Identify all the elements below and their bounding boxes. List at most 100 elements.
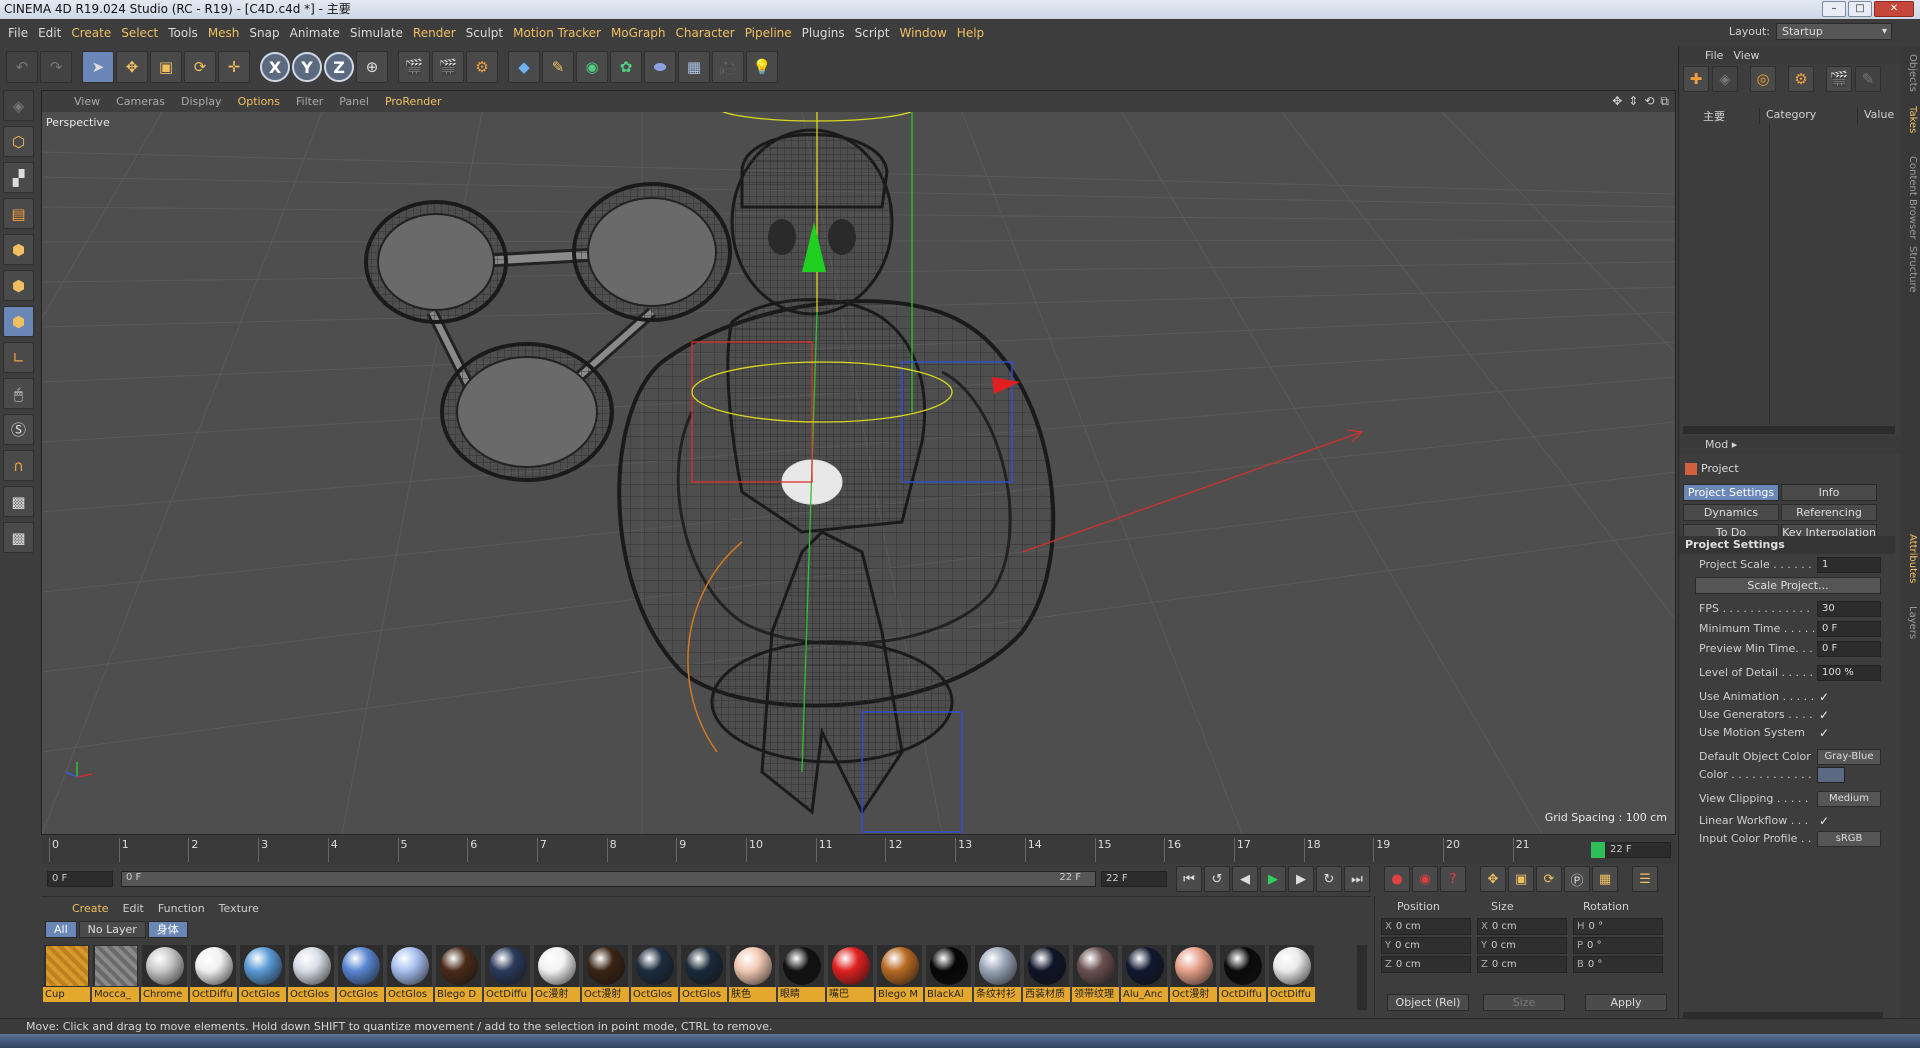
material-item[interactable]: OctGlos (631, 945, 678, 1005)
material-item[interactable]: 领带纹理 (1072, 945, 1119, 1005)
keyframe-selection-icon[interactable]: ? (1440, 866, 1466, 892)
take-marker-icon[interactable]: ✎ (1855, 66, 1881, 92)
menu-motion-tracker[interactable]: Motion Tracker (508, 26, 606, 40)
viewport-menu-filter[interactable]: Filter (288, 95, 331, 108)
attribute-value[interactable]: 30 (1817, 601, 1881, 617)
material-item[interactable]: Chrome (141, 945, 188, 1005)
menu-script[interactable]: Script (850, 26, 895, 40)
checkbox[interactable]: ✓ (1819, 690, 1833, 704)
rotation-field[interactable]: H0 ° (1573, 918, 1663, 935)
scale-project-button[interactable]: Scale Project... (1695, 577, 1881, 594)
coordinate-system-icon[interactable]: ⊕ (356, 51, 388, 83)
menu-help[interactable]: Help (952, 26, 989, 40)
viewport-menu-options[interactable]: Options (230, 95, 288, 108)
material-item[interactable]: OctGlos (680, 945, 727, 1005)
next-frame-icon[interactable]: ▶ (1288, 866, 1314, 892)
lock-workplane-icon[interactable]: ▩ (3, 486, 34, 517)
model-mode-icon[interactable]: ⬡ (3, 126, 34, 157)
attribute-value[interactable]: sRGB (1817, 831, 1881, 847)
material-item[interactable]: Mocca_ (92, 945, 139, 1005)
take-auto-icon[interactable]: ◎ (1750, 66, 1776, 92)
material-item[interactable]: OctGlos (337, 945, 384, 1005)
rotation-field[interactable]: B0 ° (1573, 956, 1663, 973)
material-item[interactable]: 肤色 (729, 945, 776, 1005)
size-field[interactable]: Y0 cm (1477, 937, 1567, 954)
menu-mograph[interactable]: MoGraph (606, 26, 671, 40)
menu-character[interactable]: Character (670, 26, 739, 40)
material-filter-tab[interactable]: All (45, 921, 77, 938)
menu-select[interactable]: Select (116, 26, 163, 40)
current-frame-field[interactable]: 22 F (1605, 842, 1671, 858)
undo-icon[interactable]: ↶ (6, 51, 38, 83)
cube-primitive-icon[interactable]: ◆ (508, 51, 540, 83)
viewport-menu-panel[interactable]: Panel (331, 95, 377, 108)
checkbox[interactable]: ✓ (1819, 726, 1833, 740)
key-parameter-icon[interactable]: Ⓟ (1564, 866, 1590, 892)
go-to-start-icon[interactable]: ⏮ (1176, 866, 1202, 892)
material-item[interactable]: OctDiffu (1268, 945, 1315, 1005)
planar-workplane-icon[interactable]: ▩ (3, 522, 34, 553)
position-field[interactable]: Z0 cm (1381, 956, 1471, 973)
next-key-icon[interactable]: ↻ (1316, 866, 1342, 892)
snap-icon[interactable]: Ⓢ (3, 414, 34, 445)
rotate-tool-icon[interactable]: ⟳ (184, 51, 216, 83)
menu-pipeline[interactable]: Pipeline (740, 26, 797, 40)
material-item[interactable]: OctGlos (386, 945, 433, 1005)
menu-plugins[interactable]: Plugins (797, 26, 850, 40)
menu-snap[interactable]: Snap (244, 26, 284, 40)
side-tab-objects[interactable]: Objects (1903, 54, 1918, 92)
attribute-value[interactable]: 0 F (1817, 621, 1881, 637)
material-item[interactable]: OctDiffu (484, 945, 531, 1005)
viewport-menu-display[interactable]: Display (173, 95, 230, 108)
position-field[interactable]: X0 cm (1381, 918, 1471, 935)
close-icon[interactable]: ✕ (1874, 1, 1914, 17)
previous-key-icon[interactable]: ↺ (1204, 866, 1230, 892)
material-item[interactable]: OctGlos (239, 945, 286, 1005)
menu-simulate[interactable]: Simulate (345, 26, 408, 40)
material-filter-tab[interactable]: No Layer (78, 921, 146, 938)
size-field[interactable]: X0 cm (1477, 918, 1567, 935)
material-item[interactable]: Blego D (435, 945, 482, 1005)
attribute-value[interactable]: 100 % (1817, 665, 1881, 681)
material-item[interactable]: Oct漫射 (582, 945, 629, 1005)
material-scrollbar[interactable] (1357, 945, 1367, 1010)
record-keys-icon[interactable]: ● (1384, 866, 1410, 892)
key-position-icon[interactable]: ✥ (1480, 866, 1506, 892)
material-item[interactable]: OctDiffu (1219, 945, 1266, 1005)
attribute-value[interactable]: 1 (1817, 557, 1881, 573)
y-axis-lock-icon[interactable]: Y (292, 52, 322, 82)
x-axis-lock-icon[interactable]: X (260, 52, 290, 82)
position-field[interactable]: Y0 cm (1381, 937, 1471, 954)
deformer-icon[interactable]: ⬬ (644, 51, 676, 83)
toggle-view-icon[interactable]: ⧉ (1660, 94, 1669, 109)
take-lock-icon[interactable]: ⚙ (1788, 66, 1814, 92)
zoom-icon[interactable]: ⇕ (1628, 94, 1638, 109)
viewport-perspective[interactable]: View Cameras Display Options Filter Panel ProR… (41, 90, 1676, 835)
previous-frame-icon[interactable]: ◀ (1232, 866, 1258, 892)
menu-tools[interactable]: Tools (163, 26, 203, 40)
render-view-icon[interactable]: 🎬 (398, 51, 430, 83)
light-icon[interactable]: 💡 (746, 51, 778, 83)
take-override-icon[interactable]: ◈ (1712, 66, 1738, 92)
material-item[interactable]: Oc漫射 (533, 945, 580, 1005)
preview-range-slider[interactable]: 0 F 22 F (121, 871, 1096, 887)
menu-animate[interactable]: Animate (285, 26, 345, 40)
side-tab-attributes[interactable]: Attributes (1903, 534, 1918, 583)
axis-mode-icon[interactable]: ∟ (3, 342, 34, 373)
viewport-menu-view[interactable]: View (66, 95, 108, 108)
attributes-mode-menu[interactable]: Mod (1705, 438, 1728, 451)
attribute-tab[interactable]: Dynamics (1683, 504, 1779, 521)
timeline-ruler[interactable]: 0 1 2 3 4 5 6 7 8 9 10 11 12 13 14 15 16 17 18 19 20 21 22 F (41, 836, 1676, 864)
rotation-field[interactable]: P0 ° (1573, 937, 1663, 954)
take-render-icon[interactable]: 🎬 (1826, 66, 1852, 92)
viewport-menu-prorender[interactable]: ProRender (377, 95, 450, 108)
size-mode-dropdown[interactable]: Size (1483, 994, 1565, 1011)
last-tool-icon[interactable]: ✛ (218, 51, 250, 83)
points-mode-icon[interactable]: ⬢ (3, 234, 34, 265)
attribute-tab[interactable]: Referencing (1781, 504, 1877, 521)
side-tab-takes[interactable]: Takes (1903, 106, 1918, 133)
attribute-value[interactable]: Medium (1817, 791, 1881, 807)
polygons-mode-icon[interactable]: ⬢ (3, 306, 34, 337)
material-item[interactable]: Alu_Anc (1121, 945, 1168, 1005)
tweak-mode-icon[interactable]: 🖱 (3, 378, 34, 409)
